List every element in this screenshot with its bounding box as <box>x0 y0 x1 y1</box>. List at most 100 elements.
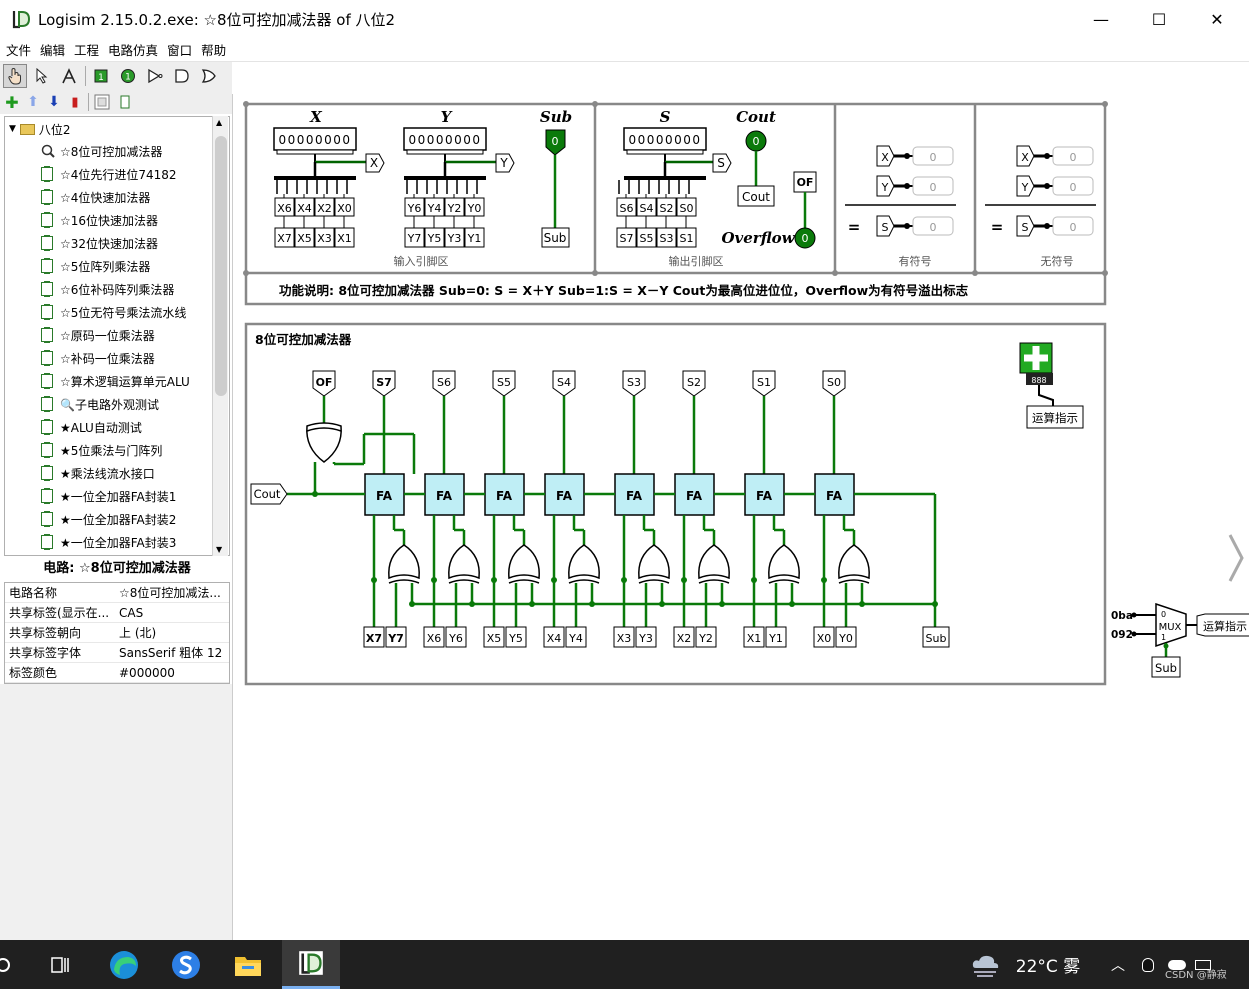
logisim-taskbar-icon[interactable] <box>282 940 340 989</box>
scroll-up-icon[interactable]: ▲ <box>216 118 222 127</box>
property-row[interactable]: 共享标签(显示在... CAS <box>5 603 229 623</box>
tree-root[interactable]: ▼ 八位2 <box>9 119 71 139</box>
svg-text:0ba: 0ba <box>1111 610 1133 622</box>
and-gate-tool[interactable] <box>170 64 194 88</box>
properties-table: 电路名称 ☆8位可控加减法... 共享标签(显示在... CAS 共享标签朝向上 (北)… <box>4 582 230 684</box>
xor-gate <box>768 544 800 580</box>
tree-item[interactable]: ★ALU自动测试 <box>41 417 142 437</box>
subcircuit-icon <box>41 442 53 458</box>
tree-item[interactable]: ☆6位补码阵列乘法器 <box>41 279 174 299</box>
svg-text:Y0: Y0 <box>467 202 482 215</box>
svg-text:S1: S1 <box>757 376 771 389</box>
svg-text:1: 1 <box>1161 633 1166 642</box>
close-button[interactable]: ✕ <box>1188 0 1246 38</box>
svg-text:=: = <box>991 218 1004 236</box>
circuit-canvas[interactable]: X 00000000 X Y 00000000 Y Sub 0 Sub 输入引脚… <box>232 94 1249 940</box>
scroll-thumb[interactable] <box>215 136 227 396</box>
layout-icon <box>94 94 110 110</box>
magnifier-icon <box>41 144 55 158</box>
subcircuit-icon <box>41 534 53 550</box>
text-tool[interactable] <box>57 64 81 88</box>
svg-text:0: 0 <box>930 221 937 234</box>
svg-text:X2: X2 <box>317 202 332 215</box>
edge-browser-icon[interactable] <box>104 940 144 989</box>
add-circuit-button[interactable]: ✚ <box>3 90 21 114</box>
tree-item[interactable]: ★5位乘法与门阵列 <box>41 440 162 460</box>
property-row[interactable]: 电路名称 ☆8位可控加减法... <box>5 583 229 603</box>
not-gate-tool[interactable] <box>143 64 167 88</box>
tree-item[interactable]: ☆8位可控加减法器 <box>41 141 162 161</box>
pan-right-chevron-icon[interactable] <box>1228 534 1244 582</box>
subcircuit-icon <box>41 304 53 320</box>
svg-text:S6: S6 <box>437 376 451 389</box>
menu-file[interactable]: 文件 <box>6 40 31 59</box>
menu-window[interactable]: 窗口 <box>167 40 192 59</box>
svg-text:Sub: Sub <box>1155 661 1177 675</box>
maximize-button[interactable]: ☐ <box>1130 0 1188 38</box>
input-pin-tool[interactable]: 1 <box>89 64 113 88</box>
property-row[interactable]: 共享标签朝向上 (北) <box>5 623 229 643</box>
tree-item[interactable]: 🔍子电路外观测试 <box>41 394 159 414</box>
tree-item[interactable]: ☆补码一位乘法器 <box>41 348 155 368</box>
property-row[interactable]: 共享标签字体 SansSerif 粗体 12 <box>5 643 229 663</box>
select-tool[interactable] <box>30 64 54 88</box>
circuit-drawing[interactable]: X 00000000 X Y 00000000 Y Sub 0 Sub 输入引脚… <box>233 94 1249 940</box>
project-toolbar: ✚ ⬆ ⬇ ▮ <box>0 90 232 114</box>
network-tray-icon[interactable] <box>1192 940 1214 989</box>
tree-item[interactable]: ☆原码一位乘法器 <box>41 325 155 345</box>
sogou-input-icon[interactable] <box>166 940 206 989</box>
weather-fog-icon[interactable] <box>968 940 1004 989</box>
logisim-app-icon <box>11 9 31 29</box>
svg-text:Y5: Y5 <box>508 632 523 645</box>
svg-text:Y3: Y3 <box>447 232 462 245</box>
tree-item[interactable]: ☆16位快速加法器 <box>41 210 158 230</box>
tree-item[interactable]: ☆5位无符号乘法流水线 <box>41 302 186 322</box>
tree-item[interactable]: ☆算术逻辑运算单元ALU <box>41 371 190 391</box>
delete-circuit-button[interactable]: ▮ <box>66 90 84 114</box>
start-partial-icon[interactable] <box>0 940 14 989</box>
hand-poke-tool[interactable] <box>3 64 27 88</box>
qq-tray-icon[interactable] <box>1138 940 1158 989</box>
explorer-scrollbar[interactable]: ▲ ▼ <box>212 116 228 556</box>
svg-text:S6: S6 <box>620 202 634 215</box>
move-up-button[interactable]: ⬆ <box>24 90 42 114</box>
menu-help[interactable]: 帮助 <box>201 40 226 59</box>
tree-item[interactable]: ☆4位先行进位74182 <box>41 164 177 184</box>
task-view-icon[interactable] <box>40 940 80 989</box>
signed-zone-label: 有符号 <box>899 254 932 268</box>
menu-simulate[interactable]: 电路仿真 <box>108 40 158 59</box>
svg-text:OF: OF <box>797 176 814 189</box>
svg-text:FA: FA <box>436 489 453 503</box>
svg-text:Y5: Y5 <box>427 232 442 245</box>
tree-item[interactable]: ☆32位快速加法器 <box>41 233 158 253</box>
svg-text:S2: S2 <box>660 202 674 215</box>
svg-text:X: X <box>1021 151 1029 164</box>
svg-text:X3: X3 <box>617 632 632 645</box>
svg-text:Y6: Y6 <box>407 202 422 215</box>
layout-view-button[interactable] <box>92 90 112 114</box>
logisim-window: Logisim 2.15.0.2.exe: ☆8位可控加减法器 of 八位2 —… <box>0 0 1249 989</box>
tree-item[interactable]: ★一位全加器FA封装2 <box>41 509 176 529</box>
output-pin-tool[interactable]: 1 <box>116 64 140 88</box>
move-down-button[interactable]: ⬇ <box>45 90 63 114</box>
menu-edit[interactable]: 编辑 <box>40 40 65 59</box>
svg-text:S3: S3 <box>627 376 641 389</box>
cloud-tray-icon[interactable] <box>1166 940 1188 989</box>
menu-project[interactable]: 工程 <box>74 40 99 59</box>
svg-text:S5: S5 <box>497 376 511 389</box>
appearance-view-button[interactable] <box>115 90 135 114</box>
minimize-button[interactable]: — <box>1072 0 1130 38</box>
tray-chevron-up-icon[interactable]: ︿ <box>1108 940 1128 989</box>
svg-text:S2: S2 <box>687 376 701 389</box>
file-explorer-icon[interactable] <box>228 940 268 989</box>
tree-item[interactable]: ★一位全加器FA封装1 <box>41 486 176 506</box>
property-row[interactable]: 标签颜色 #000000 <box>5 663 229 683</box>
tree-item[interactable]: ★乘法线流水接口 <box>41 463 155 483</box>
weather-text[interactable]: 22°C 雾 <box>1008 940 1088 989</box>
scroll-down-icon[interactable]: ▼ <box>216 545 222 554</box>
tree-item[interactable]: ☆4位快速加法器 <box>41 187 150 207</box>
tree-item[interactable]: ☆5位阵列乘法器 <box>41 256 150 276</box>
or-gate-tool[interactable] <box>197 64 221 88</box>
subcircuit-icon <box>41 235 53 251</box>
tree-item[interactable]: ★一位全加器FA封装3 <box>41 532 176 552</box>
